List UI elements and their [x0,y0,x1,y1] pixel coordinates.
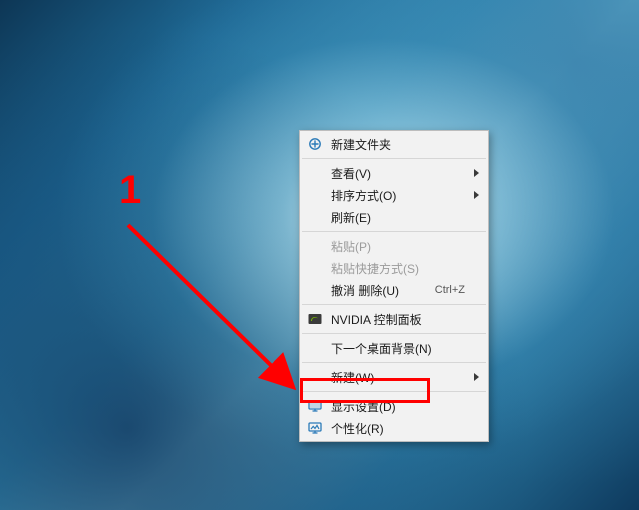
menu-item-new[interactable]: 新建(W) [301,366,487,388]
menu-label: 显示设置(D) [331,398,465,415]
chevron-right-icon [474,169,479,177]
desktop-context-menu: 新建文件夹 查看(V) 排序方式(O) 刷新(E) 粘贴(P) 粘贴快捷方式(S… [299,130,489,442]
menu-label: 下一个桌面背景(N) [331,340,465,357]
menu-separator [302,231,486,232]
menu-separator [302,158,486,159]
chevron-right-icon [474,191,479,199]
new-folder-icon [307,136,323,152]
chevron-right-icon [474,373,479,381]
menu-separator [302,362,486,363]
menu-separator [302,391,486,392]
menu-label: 粘贴快捷方式(S) [331,260,465,277]
menu-label: 新建(W) [331,369,465,386]
menu-label: 粘贴(P) [331,238,465,255]
menu-item-nvidia[interactable]: NVIDIA 控制面板 [301,308,487,330]
menu-label: 个性化(R) [331,420,465,437]
menu-shortcut: Ctrl+Z [435,284,465,296]
menu-item-sort[interactable]: 排序方式(O) [301,184,487,206]
display-settings-icon [307,398,323,414]
menu-item-refresh[interactable]: 刷新(E) [301,206,487,228]
menu-item-paste-shortcut: 粘贴快捷方式(S) [301,257,487,279]
annotation-number: 1 [119,168,141,213]
personalize-icon [307,420,323,436]
menu-item-paste: 粘贴(P) [301,235,487,257]
desktop-wallpaper[interactable]: 新建文件夹 查看(V) 排序方式(O) 刷新(E) 粘贴(P) 粘贴快捷方式(S… [0,0,639,510]
menu-item-display-settings[interactable]: 显示设置(D) [301,395,487,417]
menu-label: 查看(V) [331,165,465,182]
nvidia-icon [307,311,323,327]
menu-item-personalize[interactable]: 个性化(R) [301,417,487,439]
menu-item-new-folder[interactable]: 新建文件夹 [301,133,487,155]
menu-item-next-background[interactable]: 下一个桌面背景(N) [301,337,487,359]
menu-label: 排序方式(O) [331,187,465,204]
menu-item-undo-delete[interactable]: 撤消 删除(U) Ctrl+Z [301,279,487,301]
menu-label: 撤消 删除(U) [331,282,435,299]
menu-separator [302,333,486,334]
menu-label: NVIDIA 控制面板 [331,311,465,328]
menu-separator [302,304,486,305]
menu-item-view[interactable]: 查看(V) [301,162,487,184]
menu-label: 刷新(E) [331,209,465,226]
menu-label: 新建文件夹 [331,136,465,153]
